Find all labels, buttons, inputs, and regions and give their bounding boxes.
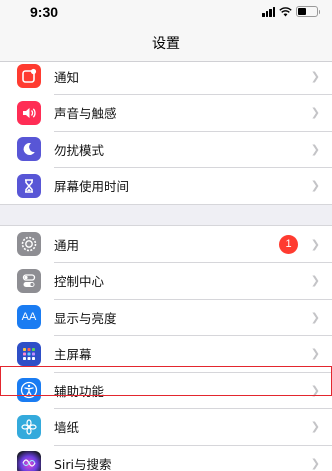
row-label: 主屏幕	[54, 347, 92, 363]
settings-row-notifications[interactable]: 通知 ❯	[0, 58, 332, 95]
settings-row-home-screen[interactable]: 主屏幕 ❯	[0, 336, 332, 372]
chevron-right-icon: ❯	[310, 456, 320, 470]
chevron-right-icon: ❯	[310, 179, 320, 193]
row-label: 通知	[54, 69, 80, 85]
settings-row-do-not-disturb[interactable]: 勿扰模式 ❯	[0, 131, 332, 168]
row-label: 声音与触感	[54, 106, 117, 122]
page-title: 设置	[152, 35, 180, 52]
chevron-right-icon: ❯	[310, 237, 320, 251]
signal-icon	[262, 6, 275, 17]
status-time: 9:30	[30, 4, 59, 20]
notification-badge: 1	[279, 234, 298, 254]
row-label: 显示与亮度	[54, 310, 117, 326]
notifications-icon	[17, 64, 41, 89]
row-label: 控制中心	[54, 274, 105, 290]
chevron-right-icon: ❯	[310, 310, 320, 324]
moon-icon	[17, 137, 41, 162]
settings-row-sounds[interactable]: 声音与触感 ❯	[0, 95, 332, 131]
chevron-right-icon: ❯	[310, 69, 320, 83]
home-screen-icon	[17, 341, 41, 366]
wifi-icon	[279, 6, 292, 16]
gear-icon	[17, 232, 41, 257]
battery-icon	[296, 6, 320, 17]
settings-row-accessibility[interactable]: 辅助功能 ❯	[0, 372, 332, 409]
settings-row-screen-time[interactable]: 屏幕使用时间 ❯	[0, 168, 332, 205]
speaker-icon	[17, 100, 41, 125]
settings-row-general[interactable]: 通用 1 ❯	[0, 226, 332, 263]
chevron-right-icon: ❯	[310, 420, 320, 434]
chevron-right-icon: ❯	[310, 106, 320, 120]
settings-row-display[interactable]: AA 显示与亮度 ❯	[0, 299, 332, 336]
row-label: 辅助功能	[54, 383, 105, 399]
settings-row-wallpaper[interactable]: 墙纸 ❯	[0, 409, 332, 445]
wallpaper-icon	[17, 414, 41, 439]
chevron-right-icon: ❯	[310, 383, 320, 397]
toggles-icon	[17, 268, 41, 293]
row-label: 勿扰模式	[54, 142, 105, 158]
settings-screen: 9:30 设置 通知 ❯	[0, 0, 332, 471]
row-label: 墙纸	[54, 420, 80, 436]
aa-icon: AA	[17, 305, 41, 330]
siri-icon	[17, 451, 41, 471]
row-label: 通用	[54, 237, 80, 253]
hourglass-icon	[17, 173, 41, 198]
status-icons	[262, 6, 320, 17]
settings-group-1: 通知 ❯ 声音与触感 ❯ 勿扰模式 ❯ 屏幕使用时间 ❯	[0, 57, 332, 205]
chevron-right-icon: ❯	[310, 142, 320, 156]
status-bar: 9:30	[0, 0, 332, 24]
row-label: 屏幕使用时间	[54, 179, 130, 195]
chevron-right-icon: ❯	[310, 274, 320, 288]
nav-bar-overlay: 设置	[0, 24, 332, 62]
row-label: Siri与搜索	[54, 456, 112, 471]
accessibility-icon	[17, 378, 41, 403]
settings-row-siri[interactable]: Siri与搜索 ❯	[0, 445, 332, 471]
settings-group-2: 通用 1 ❯ 控制中心 ❯ AA 显示与亮度 ❯ 主屏幕 ❯ 辅助功能 ❯ 墙纸…	[0, 225, 332, 471]
chevron-right-icon: ❯	[310, 347, 320, 361]
settings-row-control-center[interactable]: 控制中心 ❯	[0, 263, 332, 299]
